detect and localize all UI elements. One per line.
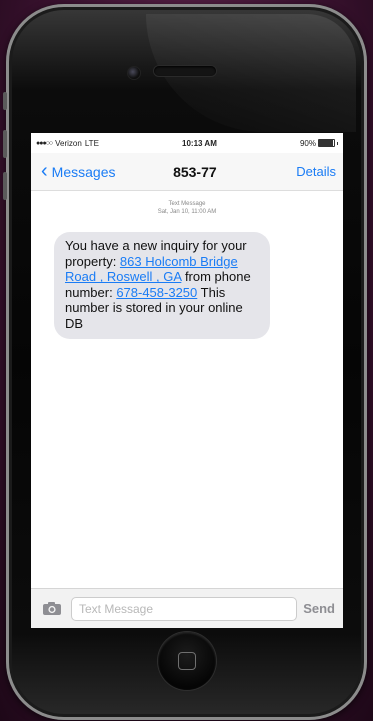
compose-bar: Send — [31, 588, 343, 628]
chevron-left-icon: ‹ — [41, 159, 48, 182]
thread-meta-label: Text Message — [168, 201, 206, 207]
phone-link[interactable]: 678-458-3250 — [116, 285, 197, 300]
status-time: 10:13 AM — [182, 138, 217, 148]
signal-icon: ●●●○○ — [36, 139, 53, 147]
volume-down-button — [3, 172, 7, 200]
home-button-icon — [178, 652, 196, 670]
details-button[interactable]: Details — [296, 164, 336, 179]
battery-indicator: 90% — [300, 139, 338, 148]
thread-meta-date: Sat, Jan 10, 11:00 AM — [157, 209, 217, 215]
status-left: ●●●○○ Verizon LTE — [36, 139, 99, 148]
volume-up-button — [3, 130, 7, 158]
network-label: LTE — [84, 138, 99, 148]
thread-timestamp: Text Message Sat, Jan 10, 11:00 AM — [31, 200, 343, 216]
back-button[interactable]: ‹ Messages — [41, 159, 116, 182]
navigation-bar: ‹ Messages 853-77 Details — [31, 153, 343, 191]
status-bar: ●●●○○ Verizon LTE 10:13 AM 90% — [31, 133, 343, 153]
phone-screen: ●●●○○ Verizon LTE 10:13 AM 90% ‹ Message… — [31, 133, 343, 628]
earpiece-speaker — [154, 66, 216, 76]
carrier-label: Verizon — [55, 138, 82, 148]
camera-icon[interactable] — [37, 599, 67, 619]
battery-tip — [337, 141, 338, 145]
battery-percent: 90% — [299, 138, 316, 148]
front-camera — [127, 66, 141, 80]
battery-fill — [319, 140, 333, 146]
incoming-message-bubble: You have a new inquiry for your property… — [54, 232, 270, 339]
message-input[interactable] — [71, 596, 298, 621]
back-label: Messages — [51, 163, 116, 180]
conversation-title: 853-77 — [173, 163, 217, 180]
battery-icon — [318, 139, 335, 147]
send-button[interactable]: Send — [303, 601, 337, 616]
mute-switch — [3, 92, 7, 110]
home-button[interactable] — [158, 632, 216, 690]
